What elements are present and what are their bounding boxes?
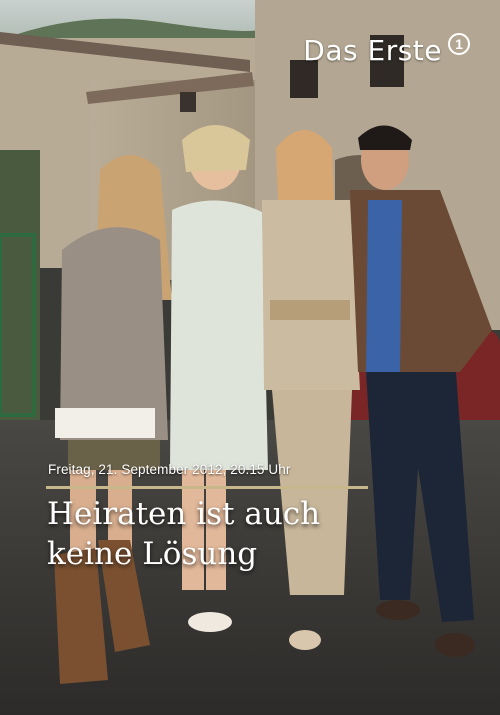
movie-title-line-1: Heiraten ist auch (47, 496, 321, 532)
airdate: Freitag, 21. September 2012, 20.15 Uhr (48, 462, 291, 477)
poster: Das Erste 1 Freitag, 21. September 2012,… (0, 0, 500, 715)
channel-logo: Das Erste 1 (303, 32, 470, 67)
ard-one-icon: 1 (448, 32, 470, 55)
cast-photo (0, 0, 500, 715)
movie-title-line-2: keine Lösung (47, 536, 258, 572)
movie-title: Heiraten ist auch keine Lösung (47, 494, 320, 574)
channel-logo-text: Das Erste (303, 34, 442, 67)
title-divider (46, 486, 368, 489)
